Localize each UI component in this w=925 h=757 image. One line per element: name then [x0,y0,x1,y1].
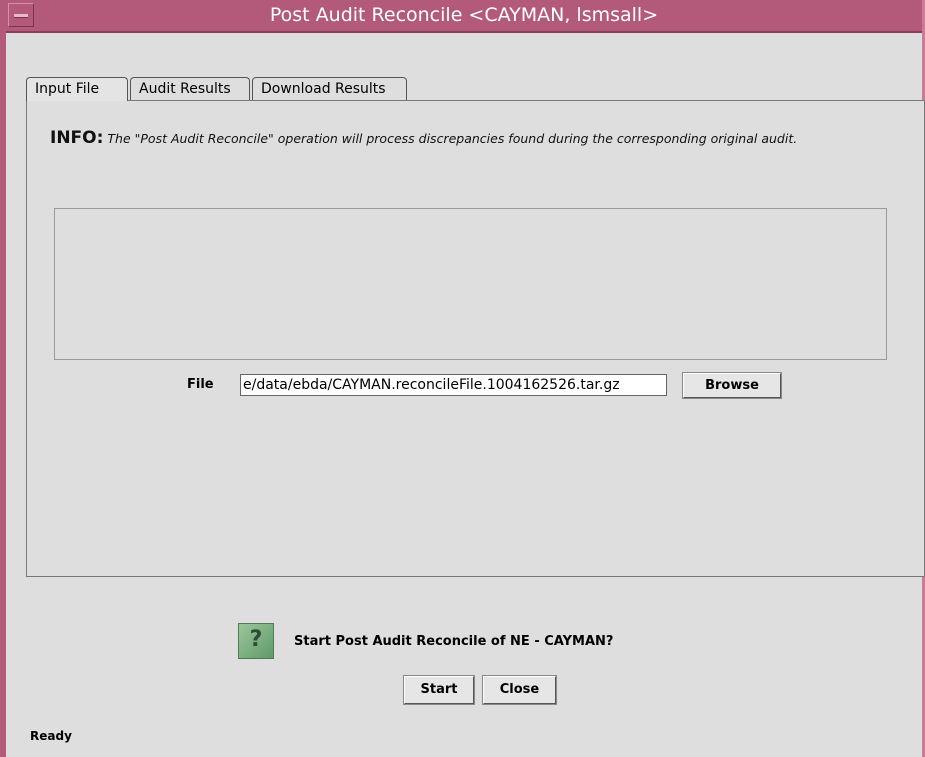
status-bar-text: Ready [30,729,72,743]
tab-download-results[interactable]: Download Results [252,77,407,100]
info-message: INFO: The "Post Audit Reconcile" operati… [50,128,870,149]
file-path-input[interactable] [240,374,667,396]
window-title: Post Audit Reconcile <CAYMAN, lsmsall> [269,4,659,26]
file-group-box [54,208,887,360]
question-icon: ? [238,623,274,659]
confirm-question: Start Post Audit Reconcile of NE - CAYMA… [294,634,614,649]
browse-button[interactable]: Browse [682,372,782,399]
file-label: File [187,377,214,392]
info-text: The "Post Audit Reconcile" operation wil… [107,131,798,146]
info-label: INFO: [50,128,104,148]
title-bar[interactable]: Post Audit Reconcile <CAYMAN, lsmsall> [6,0,922,33]
close-button[interactable]: Close [482,675,557,705]
tab-input-file[interactable]: Input File [26,77,128,101]
tab-audit-results[interactable]: Audit Results [130,77,250,100]
post-audit-reconcile-window: Post Audit Reconcile <CAYMAN, lsmsall> I… [0,0,925,757]
start-button[interactable]: Start [403,675,475,705]
